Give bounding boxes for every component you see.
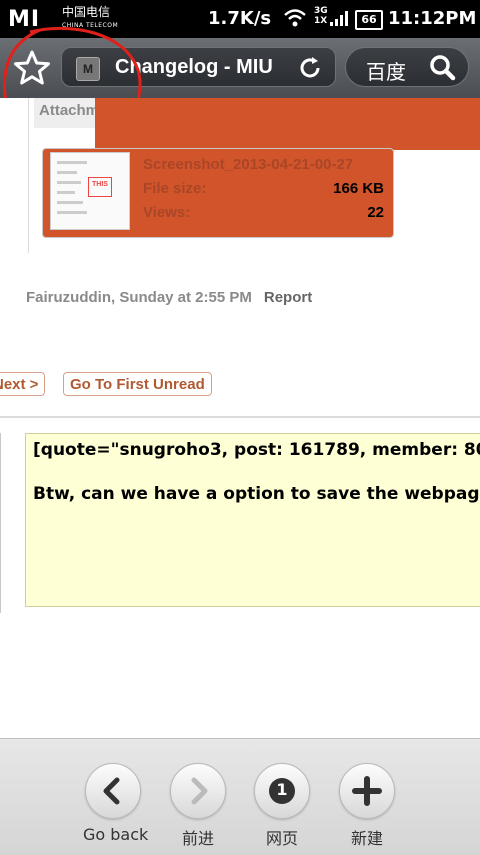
bottom-nav-bar: Go back 前进 1 网页 新建 (0, 738, 480, 855)
divider (0, 416, 480, 418)
search-engine-label: 百度 (366, 60, 406, 84)
network-speed: 1.7K/s (208, 8, 272, 29)
thumb-line (57, 161, 87, 164)
new-tab-label: 新建 (350, 829, 383, 848)
report-link[interactable]: Report (264, 289, 312, 306)
file-size-label: File size: (143, 180, 207, 197)
page-title: Changelog - MIU (115, 56, 273, 78)
chevron-left-icon (103, 777, 120, 805)
attachment-thumbnail[interactable]: THIS (50, 152, 130, 230)
orange-overlay (95, 98, 480, 150)
reload-icon[interactable] (298, 56, 322, 80)
post-author-date[interactable]: Fairuzuddin, Sunday at 2:55 PM (26, 289, 252, 306)
search-box[interactable]: 百度 (345, 47, 469, 87)
new-tab-button[interactable]: 新建 (337, 763, 397, 849)
signal-icon (330, 11, 348, 26)
clock: 11:12PM (388, 8, 477, 29)
browser-toolbar: M Changelog - MIU 百度 (0, 38, 480, 98)
thumb-highlight: THIS (88, 177, 112, 197)
thumb-line (57, 171, 77, 174)
thumb-line (57, 211, 87, 214)
web-content: Attachments THIS Screenshot_2013-04-21-0… (0, 98, 480, 738)
post-meta: Fairuzuddin, Sunday at 2:55 PM Report (26, 289, 312, 306)
tab-count: 1 (276, 780, 288, 799)
views-value: 22 (367, 204, 384, 221)
carrier-subtitle: CHINA TELECOM (62, 22, 119, 29)
reply-quote-line: [quote="snugroho3, post: 161789, member:… (33, 440, 480, 460)
file-size-value: 166 KB (333, 180, 384, 197)
thumb-line (57, 191, 75, 194)
pages-button-circle[interactable]: 1 (254, 763, 310, 819)
thumb-line (57, 181, 81, 184)
chevron-right-icon (191, 777, 208, 805)
reply-editor[interactable]: [quote="snugroho3, post: 161789, member:… (25, 433, 480, 607)
wifi-icon (284, 9, 306, 27)
address-bar[interactable]: M Changelog - MIU (61, 47, 336, 87)
reply-text-line: Btw, can we have a option to save the we… (33, 484, 480, 504)
go-back-button[interactable]: Go back (83, 763, 149, 844)
site-favicon-icon: M (76, 57, 100, 81)
mi-logo: MI (8, 7, 41, 32)
carrier-name: 中国电信 (62, 5, 111, 19)
status-bar: MI 中国电信 CHINA TELECOM 1.7K/s 3G 1X 66 11… (0, 0, 480, 38)
network-type: 3G 1X (314, 6, 328, 26)
network-type-3g: 3G (314, 6, 328, 16)
pages-button[interactable]: 1 网页 (252, 763, 312, 849)
back-button-circle[interactable] (85, 763, 141, 819)
pages-label: 网页 (265, 829, 298, 848)
network-type-1x: 1X (314, 16, 328, 26)
plus-icon (352, 776, 382, 806)
forward-button-circle[interactable] (170, 763, 226, 819)
forward-button[interactable]: 前进 (168, 763, 228, 849)
next-page-button[interactable]: Next > (0, 372, 46, 396)
attachments-tab: Attachments (34, 98, 98, 128)
battery-icon: 66 (355, 10, 383, 30)
forward-label: 前进 (181, 829, 214, 848)
search-icon[interactable] (430, 55, 456, 81)
new-tab-button-circle[interactable] (339, 763, 395, 819)
attachment-filename[interactable]: Screenshot_2013-04-21-00-27 (143, 156, 385, 173)
views-label: Views: (143, 204, 191, 221)
thumb-line (57, 201, 83, 204)
bookmark-star-icon[interactable] (12, 48, 52, 88)
go-back-label: Go back (83, 825, 149, 844)
post-border (0, 433, 1, 613)
go-to-first-unread-button[interactable]: Go To First Unread (63, 372, 212, 396)
